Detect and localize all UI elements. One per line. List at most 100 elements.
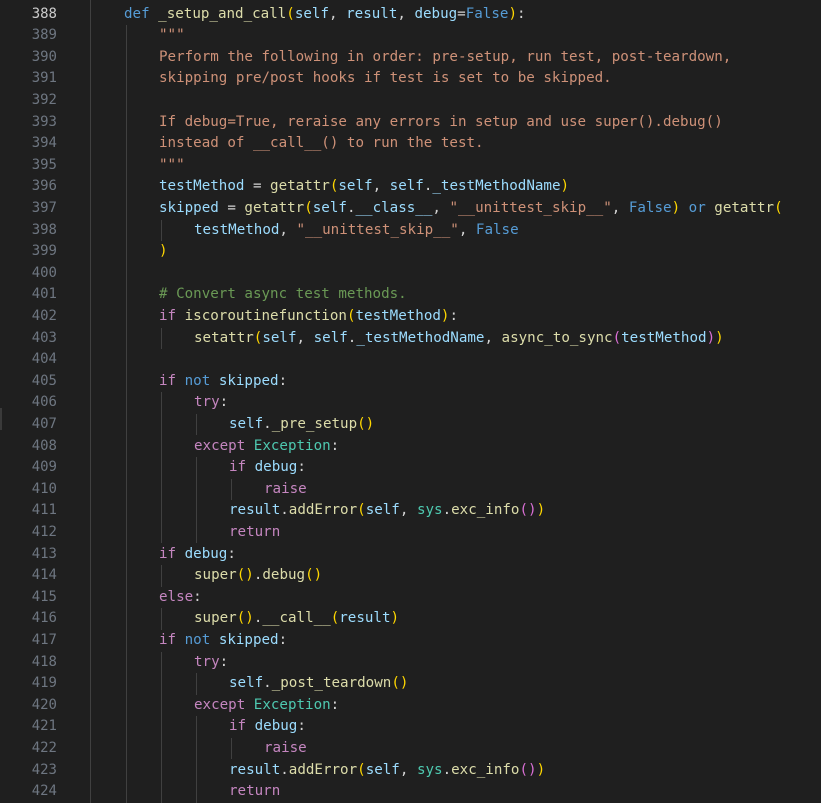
code-line[interactable]: 399) [0, 241, 821, 263]
code-line[interactable]: 416 super().__call__(result) [0, 608, 821, 630]
code-text: super().__call__(result) [194, 608, 399, 630]
code-token: False [475, 221, 519, 238]
code-token: ( [357, 761, 366, 778]
code-token: : [278, 631, 288, 648]
code-line[interactable]: 419 self._post_teardown() [0, 673, 821, 695]
code-line[interactable]: 406 try: [0, 392, 821, 414]
code-text: try: [194, 652, 228, 674]
code-line[interactable]: 403 setattr(self, self._testMethodName, a… [0, 328, 821, 350]
code-line[interactable]: 388 def _setup_and_call(self, result, deb… [0, 4, 821, 26]
code-token: ( [612, 329, 622, 346]
line-number: 400 [31, 264, 57, 281]
code-text: raise [264, 479, 307, 501]
code-line[interactable]: 402 if iscoroutinefunction(testMethod): [0, 306, 821, 328]
code-line[interactable]: 408 except Exception: [0, 436, 821, 458]
code-text: testMethod = getattr(self, self._testMet… [159, 176, 569, 198]
line-number: 399 [31, 243, 57, 260]
code-token: : [330, 437, 340, 454]
code-line[interactable]: 398 testMethod, "__unittest_skip__", Fals… [0, 220, 821, 242]
code-line[interactable]: 394 instead of __call__() to run the test… [0, 133, 821, 155]
code-line[interactable]: 418 try: [0, 652, 821, 674]
code-line[interactable]: 410 raise [0, 479, 821, 501]
code-line[interactable]: 415 else: [0, 587, 821, 609]
code-line[interactable]: 390 Perform the following in order: pre-s… [0, 47, 821, 69]
code-token: except [194, 437, 246, 454]
code-token: debug [184, 545, 228, 562]
code-line[interactable]: 423 result.addError(self, sys.exc_info()) [0, 760, 821, 782]
code-line[interactable]: 409 if debug: [0, 457, 821, 479]
code-token: skipped [218, 372, 279, 389]
code-token: . [263, 415, 272, 432]
code-line[interactable]: 396 testMethod = getattr(self, self._test… [0, 176, 821, 198]
code-line[interactable]: 401 # Convert async test methods. [0, 284, 821, 306]
code-line[interactable]: 420 except Exception: [0, 695, 821, 717]
code-token: result [339, 610, 391, 627]
code-token: setattr [194, 329, 254, 346]
code-token: _testMethodName [432, 178, 561, 195]
code-token: addError [288, 761, 358, 778]
code-line[interactable]: 412 return [0, 522, 821, 544]
code-token: : [297, 718, 306, 735]
line-number: 398 [31, 221, 57, 238]
line-number: 392 [31, 91, 57, 108]
code-token: , [399, 502, 417, 519]
code-token: exc_info [451, 502, 520, 519]
code-line[interactable]: 397 skipped = getattr(self.__class__, "__… [0, 198, 821, 220]
code-line[interactable]: 405 if not skipped: [0, 371, 821, 393]
code-line[interactable]: 404 [0, 349, 821, 371]
code-line[interactable]: 393 If debug=True, reraise any errors in … [0, 112, 821, 134]
code-line[interactable]: 421 if debug: [0, 716, 821, 738]
code-token: skipped [218, 631, 279, 648]
code-token: ( [774, 199, 783, 216]
code-token: debug [414, 5, 458, 22]
code-token: . [442, 761, 452, 778]
code-token: ( [357, 502, 366, 519]
code-line[interactable]: 413 if debug: [0, 544, 821, 566]
code-token: self [294, 5, 330, 22]
code-editor[interactable]: 388 def _setup_and_call(self, result, deb… [0, 0, 821, 803]
line-number: 418 [31, 653, 57, 670]
code-line[interactable]: 400 [0, 263, 821, 285]
code-line[interactable]: 389 """ [0, 25, 821, 47]
code-token: async_to_sync [501, 329, 613, 346]
line-number: 396 [31, 178, 57, 195]
code-text: Perform the following in order: pre-setu… [159, 47, 731, 69]
code-token: : [449, 307, 458, 324]
code-line[interactable]: 422 raise [0, 738, 821, 760]
code-text: except Exception: [194, 436, 339, 458]
code-token: """ [159, 27, 185, 44]
code-line[interactable]: 391 skipping pre/post hooks if test is se… [0, 68, 821, 90]
code-token: try [194, 653, 220, 670]
code-token: ) [671, 199, 681, 216]
code-line[interactable]: 392 [0, 90, 821, 112]
line-number: 406 [31, 394, 57, 411]
code-token: sys [416, 761, 443, 778]
line-number: 411 [31, 502, 57, 519]
code-line[interactable]: 407 self._pre_setup() [0, 414, 821, 436]
code-line[interactable]: 424 return [0, 781, 821, 803]
line-number: 405 [31, 372, 57, 389]
code-token: """ [159, 156, 185, 173]
code-token: ( [330, 610, 340, 627]
line-number: 423 [31, 761, 57, 778]
code-line[interactable]: 395 """ [0, 155, 821, 177]
code-line[interactable]: 414 super().debug() [0, 565, 821, 587]
code-token: False [465, 5, 509, 22]
code-token: return [229, 523, 281, 540]
code-line[interactable]: 411 result.addError(self, sys.exc_info()) [0, 500, 821, 522]
code-token: ) [390, 610, 400, 627]
code-token: sys [416, 502, 443, 519]
code-token: () [519, 761, 537, 778]
code-line[interactable]: 417 if not skipped: [0, 630, 821, 652]
code-token: "__unittest_skip__" [296, 221, 459, 238]
code-token: () [305, 567, 323, 584]
code-token: testMethod [355, 307, 441, 324]
code-text: """ [159, 155, 185, 177]
line-number: 416 [31, 610, 57, 627]
code-token: = [457, 5, 466, 22]
code-token: exc_info [451, 761, 520, 778]
